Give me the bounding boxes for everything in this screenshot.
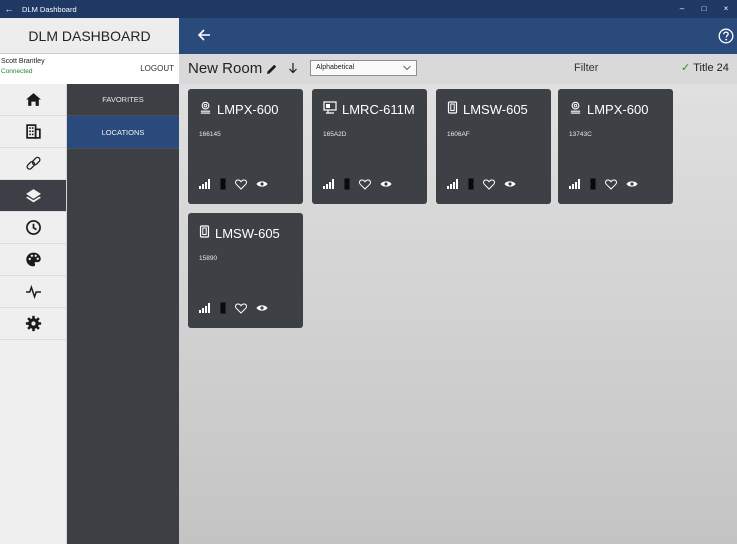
- sort-dropdown[interactable]: Alphabetical: [310, 60, 417, 76]
- home-icon: [25, 93, 41, 106]
- filter-button[interactable]: Filter: [574, 62, 598, 74]
- sort-direction-icon[interactable]: [288, 62, 298, 74]
- window-title: DLM Dashboard: [22, 4, 77, 14]
- app-header: DLM DASHBOARD: [0, 18, 179, 54]
- view-icon[interactable]: [504, 180, 516, 188]
- device-card[interactable]: LMPX-600 166145: [188, 89, 303, 204]
- nav-themes[interactable]: [0, 244, 66, 276]
- sensor-icon: [569, 101, 582, 117]
- signal-icon: [199, 179, 210, 189]
- signal-icon: [199, 303, 210, 313]
- device-serial: 1606AF: [447, 131, 470, 138]
- nav-settings[interactable]: [0, 308, 66, 340]
- device-card[interactable]: LMRC-611M 165A2D: [312, 89, 427, 204]
- nav-buildings[interactable]: [0, 116, 66, 148]
- view-icon[interactable]: [380, 180, 392, 188]
- view-icon[interactable]: [256, 304, 268, 312]
- link-icon: [25, 156, 41, 170]
- battery-icon: [220, 178, 226, 190]
- device-serial: 15890: [199, 255, 218, 262]
- nav-links[interactable]: [0, 148, 66, 180]
- device-serial: 13743C: [569, 131, 592, 138]
- device-card[interactable]: LMPX-600 13743C: [558, 89, 673, 204]
- device-name-text: LMSW-605: [463, 101, 528, 117]
- device-status-icons: [199, 178, 268, 190]
- check-icon: ✓: [681, 62, 691, 74]
- battery-icon: [344, 178, 350, 190]
- device-name-text: LMPX-600: [217, 101, 279, 117]
- device-name: LMSW-605: [199, 225, 280, 241]
- favorite-icon[interactable]: [605, 178, 617, 190]
- favorite-icon[interactable]: [359, 178, 371, 190]
- switch-icon: [199, 225, 210, 241]
- device-name: LMPX-600: [569, 101, 648, 117]
- favorite-icon[interactable]: [235, 178, 247, 190]
- title24-label: Title 24: [693, 62, 729, 74]
- device-status-icons: [569, 178, 638, 190]
- room-title: New Room: [188, 60, 263, 77]
- device-name: LMRC-611M: [323, 101, 415, 117]
- submenu-item-locations[interactable]: LOCATIONS: [67, 116, 179, 149]
- device-name-text: LMRC-611M: [342, 101, 415, 117]
- view-icon[interactable]: [626, 180, 638, 188]
- battery-icon: [590, 178, 596, 190]
- sensor-icon: [199, 101, 212, 117]
- favorite-icon[interactable]: [483, 178, 495, 190]
- battery-icon: [468, 178, 474, 190]
- device-serial: 166145: [199, 131, 221, 138]
- close-button[interactable]: ×: [715, 0, 737, 18]
- help-icon[interactable]: [718, 28, 734, 44]
- nav-layers[interactable]: [0, 180, 66, 212]
- signal-icon: [447, 179, 458, 189]
- battery-icon: [220, 302, 226, 314]
- chevron-down-icon: [403, 65, 411, 71]
- device-grid: LMPX-600 166145 LMRC-611M 165A2D LMSW-605 160…: [179, 84, 737, 544]
- controller-icon: [323, 101, 337, 117]
- title-bar: ← DLM Dashboard – □ ×: [0, 0, 737, 18]
- nav-icon-column: [0, 84, 67, 544]
- device-card[interactable]: LMSW-605 1606AF: [436, 89, 551, 204]
- connection-status: Connected: [1, 68, 33, 75]
- user-name: Scott Brantley: [1, 58, 45, 65]
- submenu-item-favorites[interactable]: FAVORITES: [67, 84, 179, 116]
- nav-schedule[interactable]: [0, 212, 66, 244]
- device-name-text: LMPX-600: [587, 101, 649, 117]
- view-icon[interactable]: [256, 180, 268, 188]
- pencil-icon[interactable]: [266, 63, 278, 75]
- device-name: LMPX-600: [199, 101, 278, 117]
- logout-button[interactable]: LOGOUT: [140, 64, 174, 73]
- favorite-icon[interactable]: [235, 302, 247, 314]
- user-row: Scott Brantley Connected LOGOUT: [0, 54, 179, 84]
- device-serial: 165A2D: [323, 131, 347, 138]
- device-status-icons: [199, 302, 268, 314]
- minimize-button[interactable]: –: [671, 0, 693, 18]
- maximize-button[interactable]: □: [693, 0, 715, 18]
- device-status-icons: [447, 178, 516, 190]
- main-header: [179, 18, 737, 54]
- sort-dropdown-value: Alphabetical: [316, 64, 355, 71]
- switch-icon: [447, 101, 458, 117]
- device-name: LMSW-605: [447, 101, 528, 117]
- building-icon: [25, 124, 41, 139]
- device-card[interactable]: LMSW-605 15890: [188, 213, 303, 328]
- app-title: DLM DASHBOARD: [28, 27, 151, 44]
- app-window: ← DLM Dashboard – □ × DLM DASHBOARD Scot…: [0, 0, 737, 544]
- nav-home[interactable]: [0, 84, 66, 116]
- device-name-text: LMSW-605: [215, 225, 280, 241]
- device-status-icons: [323, 178, 392, 190]
- title24-toggle[interactable]: ✓ Title 24: [681, 61, 729, 74]
- signal-icon: [569, 179, 580, 189]
- clock-icon: [25, 220, 41, 235]
- window-controls: – □ ×: [671, 0, 737, 18]
- palette-icon: [25, 252, 41, 267]
- back-arrow-icon[interactable]: [196, 27, 212, 43]
- toolbar: New Room Alphabetical Filter ✓ Title 24: [179, 54, 737, 84]
- submenu: FAVORITES LOCATIONS: [67, 84, 179, 544]
- signal-icon: [323, 179, 334, 189]
- layers-icon: [25, 189, 41, 203]
- gear-icon: [25, 315, 41, 332]
- window-back-button[interactable]: ←: [0, 4, 18, 14]
- nav-activity[interactable]: [0, 276, 66, 308]
- pulse-icon: [25, 284, 41, 300]
